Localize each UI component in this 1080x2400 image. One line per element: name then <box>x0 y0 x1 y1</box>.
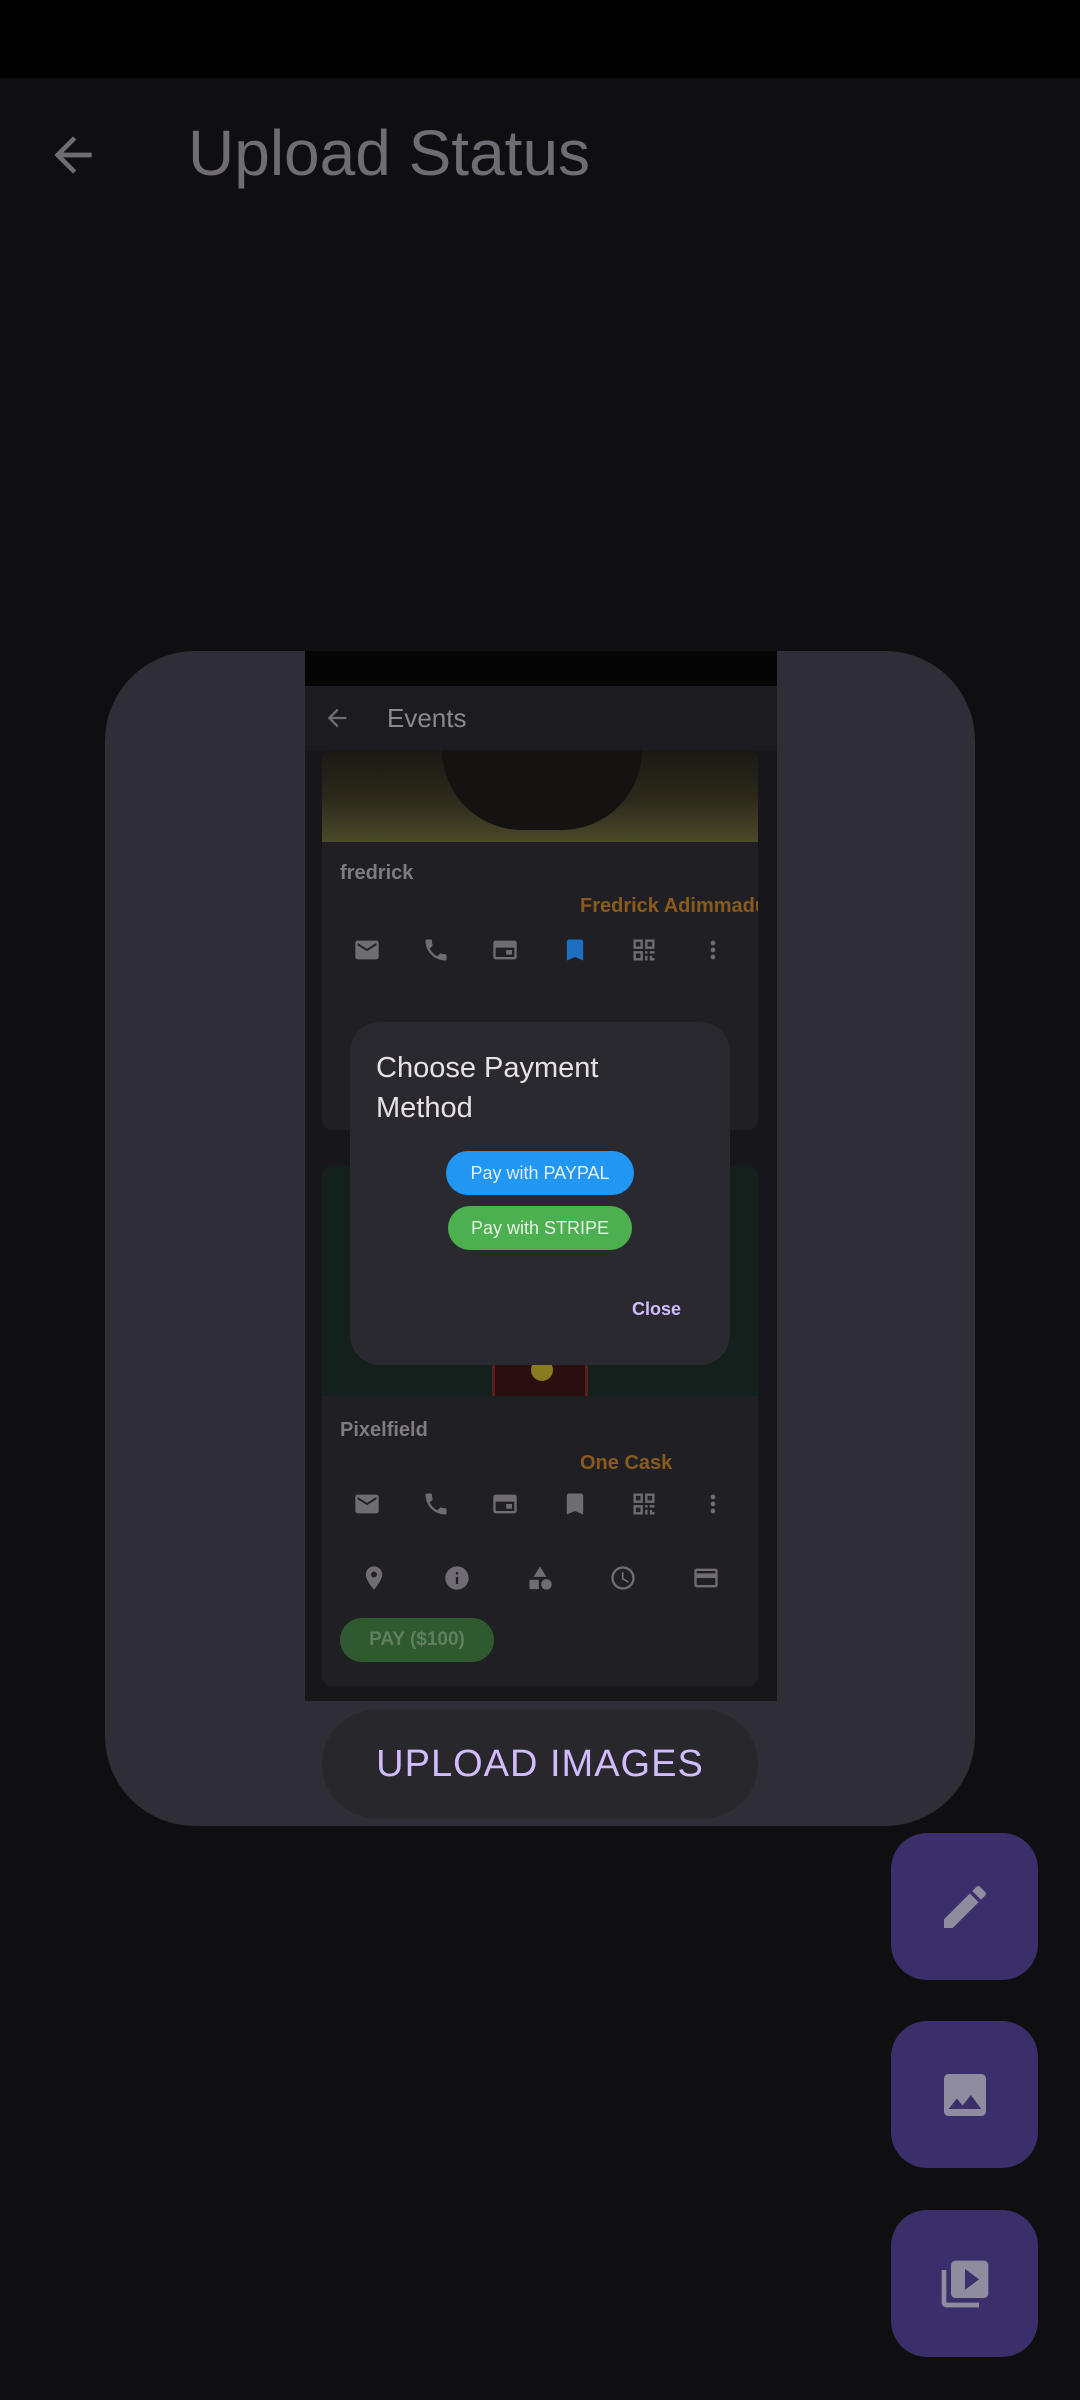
image-icon <box>943 2073 986 2116</box>
payment-dialog: Choose Payment Method Pay with PAYPAL Pa… <box>350 1022 730 1365</box>
pay-with-paypal-button: Pay with PAYPAL <box>446 1151 634 1195</box>
phone-icon <box>425 939 447 961</box>
qr-code-icon <box>633 1493 655 1515</box>
event-name: fredrick <box>340 862 414 884</box>
arrow-back-icon <box>54 136 92 174</box>
pay-button: PAY ($100) <box>340 1618 494 1662</box>
mail-icon <box>354 1494 379 1514</box>
credit-card-icon <box>694 1568 719 1588</box>
dialog-close-button: Close <box>632 1299 682 1319</box>
upload-images-button[interactable]: UPLOAD IMAGES <box>322 1710 758 1818</box>
category-icon <box>529 1566 552 1590</box>
bookmark-icon <box>566 1493 583 1515</box>
video-library-icon <box>941 2260 988 2307</box>
info-icon <box>445 1566 469 1590</box>
back-button[interactable] <box>40 122 106 188</box>
phone-icon <box>425 1493 447 1515</box>
event-name: Pixelfield <box>340 1419 428 1441</box>
app-bar: Upload Status <box>0 78 1080 228</box>
event-image <box>322 750 758 842</box>
clock-icon <box>611 1566 635 1590</box>
preview-app-bar: Events <box>305 686 777 750</box>
edit-fab[interactable] <box>891 1833 1038 1980</box>
mail-icon <box>354 940 379 960</box>
event-action-row <box>322 1484 758 1524</box>
card-icon <box>493 940 517 960</box>
preview-status-bar <box>305 651 777 686</box>
location-icon <box>365 1566 382 1590</box>
event-info-row <box>322 1558 758 1598</box>
arrow-back-icon <box>327 708 347 728</box>
video-library-fab[interactable] <box>891 2210 1038 2357</box>
more-vert-icon <box>710 1494 716 1514</box>
dialog-title: Choose Payment Method <box>376 1052 599 1124</box>
page-title: Upload Status <box>188 117 591 189</box>
card-icon <box>493 1494 517 1514</box>
event-organizer: One Cask <box>580 1452 673 1474</box>
preview-title: Events <box>387 703 467 733</box>
event-organizer: Fredrick Adimmadu J <box>580 895 758 917</box>
image-fab[interactable] <box>891 2021 1038 2168</box>
status-bar <box>0 0 1080 78</box>
bookmark-icon <box>566 939 583 961</box>
qr-code-icon <box>633 939 655 961</box>
event-action-row <box>322 930 758 970</box>
pay-with-stripe-button: Pay with STRIPE <box>448 1206 632 1250</box>
more-vert-icon <box>710 940 716 960</box>
edit-icon <box>943 1885 986 1928</box>
